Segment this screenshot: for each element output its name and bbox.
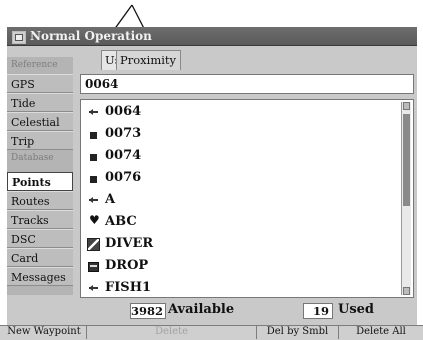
- sidebar-item-celestial[interactable]: Celestial: [7, 112, 73, 131]
- sidebar-item-messages[interactable]: Messages: [7, 267, 73, 286]
- list-item-label: DROP: [105, 258, 149, 273]
- square-icon: [90, 132, 97, 139]
- list-item-label: ABC: [105, 214, 137, 229]
- used-count: 19: [303, 303, 333, 319]
- sidebar-item-tide[interactable]: Tide: [7, 93, 73, 112]
- sidebar-item-points[interactable]: Points: [7, 172, 73, 191]
- list-item-label: 0076: [105, 170, 142, 185]
- list-item[interactable]: 0073: [81, 124, 396, 146]
- scrollbar[interactable]: [401, 102, 411, 295]
- sidebar-item-tracks[interactable]: Tracks: [7, 210, 73, 229]
- used-label: Used: [338, 302, 375, 317]
- scroll-up-arrow-icon[interactable]: [403, 102, 410, 110]
- list-item-label: 0073: [105, 126, 142, 141]
- search-input[interactable]: 0064: [80, 74, 414, 94]
- flag-icon: [89, 284, 99, 294]
- list-item-label: A: [105, 192, 116, 207]
- scrollbar-thumb[interactable]: [403, 114, 410, 206]
- list-item-label: 0064: [105, 104, 142, 119]
- list-item[interactable]: 0076: [81, 168, 396, 190]
- sidebar: Reference GPS Tide Celestial Trip Databa…: [7, 57, 73, 295]
- drop-icon: [88, 262, 99, 272]
- scroll-down-arrow-icon[interactable]: [403, 287, 410, 295]
- diver-flag-icon: [87, 238, 100, 251]
- sidebar-item-dsc[interactable]: DSC: [7, 229, 73, 248]
- list-item-label: DIVER: [105, 236, 154, 251]
- list-item[interactable]: DIVER: [81, 234, 396, 256]
- delete-by-symbol-button[interactable]: Del by Smbl: [256, 325, 338, 339]
- delete-all-button[interactable]: Delete All: [338, 325, 423, 339]
- flag-icon: [89, 108, 99, 118]
- heart-icon: [89, 213, 100, 228]
- list-item[interactable]: A: [81, 190, 396, 212]
- sidebar-item-gps[interactable]: GPS: [7, 74, 73, 93]
- sidebar-heading-reference: Reference: [7, 57, 73, 74]
- new-waypoint-button[interactable]: New Waypoint: [2, 325, 86, 339]
- list-item[interactable]: ABC: [81, 212, 396, 234]
- available-label: Available: [168, 302, 235, 317]
- square-icon: [90, 154, 97, 161]
- title-bar: Normal Operation: [7, 27, 417, 46]
- waypoint-list: 0064 0073 0074 0076 A ABC DIVER DROP FIS…: [80, 99, 414, 298]
- available-count: 3982: [130, 303, 166, 319]
- sidebar-item-trip[interactable]: Trip: [7, 131, 73, 150]
- list-item[interactable]: FISH1: [81, 278, 396, 300]
- window-title: Normal Operation: [30, 29, 152, 43]
- sidebar-heading-database: Database: [7, 150, 73, 167]
- window-icon: [12, 31, 26, 44]
- list-item-label: FISH1: [105, 280, 152, 295]
- list-item-label: 0074: [105, 148, 142, 163]
- sidebar-item-routes[interactable]: Routes: [7, 191, 73, 210]
- sidebar-item-card[interactable]: Card: [7, 248, 73, 267]
- list-item[interactable]: 0074: [81, 146, 396, 168]
- flag-icon: [89, 196, 99, 206]
- square-icon: [90, 176, 97, 183]
- delete-button[interactable]: Delete: [86, 325, 256, 339]
- tab-proximity[interactable]: Proximity: [116, 50, 181, 70]
- list-item[interactable]: 0064: [81, 102, 396, 124]
- list-item[interactable]: DROP: [81, 256, 396, 278]
